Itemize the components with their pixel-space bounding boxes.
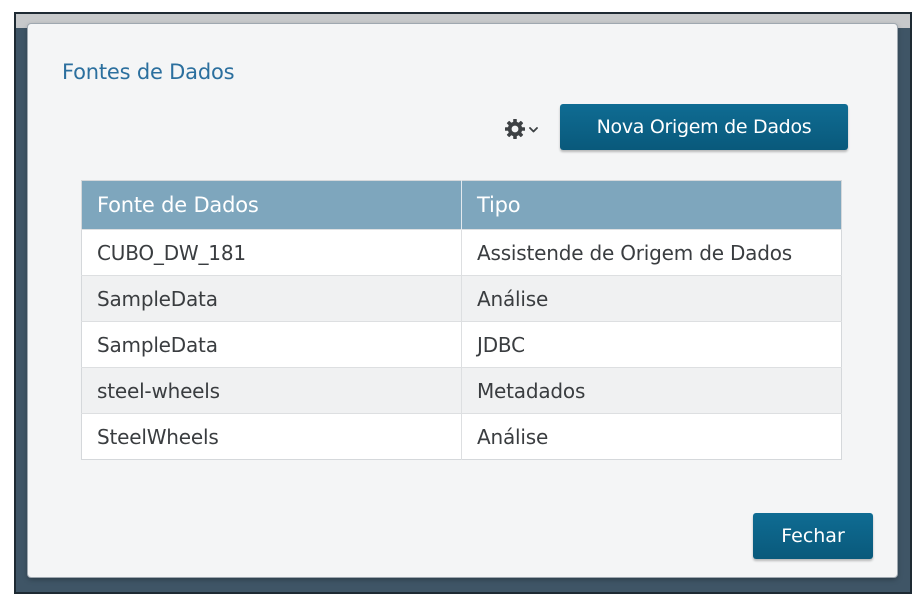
data-sources-table: Fonte de Dados Tipo CUBO_DW_181 Assisten… [81, 180, 842, 460]
data-source-name-cell: SteelWheels [81, 413, 462, 460]
data-source-type-cell: Análise [461, 275, 842, 322]
dialog-title: Fontes de Dados [62, 60, 235, 84]
table-row[interactable]: SteelWheels Análise [81, 413, 842, 460]
column-header-type[interactable]: Tipo [461, 180, 842, 230]
close-button[interactable]: Fechar [753, 513, 873, 559]
settings-menu-button[interactable] [501, 114, 545, 144]
data-source-name-cell: steel-wheels [81, 367, 462, 414]
table-row[interactable]: steel-wheels Metadados [81, 367, 842, 414]
chevron-down-icon [529, 127, 538, 133]
data-source-type-cell: Assistende de Origem de Dados [461, 229, 842, 276]
column-header-data-source[interactable]: Fonte de Dados [81, 180, 462, 230]
screen: Fontes de Dados Nova Origem de Dados Fon… [0, 0, 922, 600]
data-source-type-cell: JDBC [461, 321, 842, 368]
data-source-name-cell: SampleData [81, 321, 462, 368]
table-row[interactable]: SampleData JDBC [81, 321, 842, 368]
data-sources-dialog: Fontes de Dados Nova Origem de Dados Fon… [28, 24, 897, 577]
data-source-name-cell: SampleData [81, 275, 462, 322]
data-source-type-cell: Metadados [461, 367, 842, 414]
data-source-name-cell: CUBO_DW_181 [81, 229, 462, 276]
table-header-row: Fonte de Dados Tipo [81, 180, 842, 230]
table-row[interactable]: CUBO_DW_181 Assistende de Origem de Dado… [81, 229, 842, 276]
new-data-source-button[interactable]: Nova Origem de Dados [560, 104, 848, 150]
gear-icon [505, 119, 538, 139]
table-row[interactable]: SampleData Análise [81, 275, 842, 322]
data-source-type-cell: Análise [461, 413, 842, 460]
